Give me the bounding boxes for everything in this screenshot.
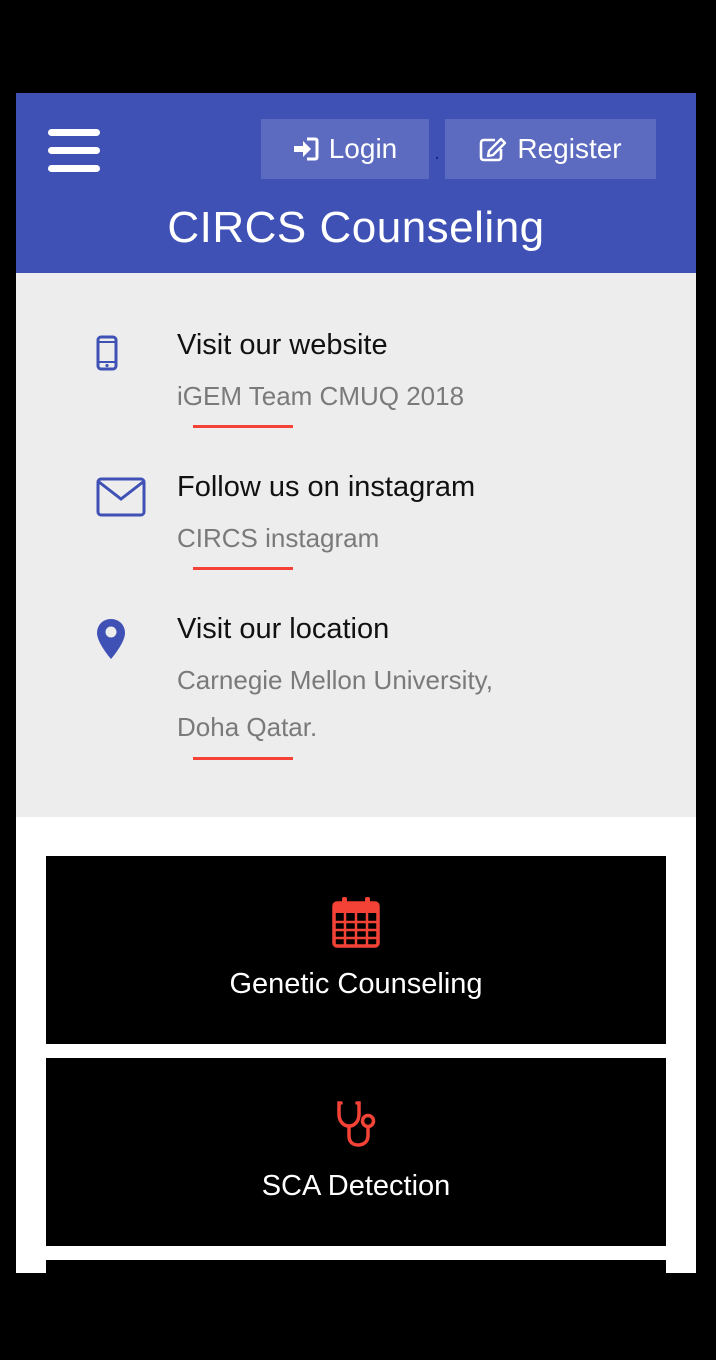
- website-link[interactable]: iGEM Team CMUQ 2018: [177, 373, 464, 420]
- contact-heading: Follow us on instagram: [177, 471, 476, 503]
- login-label: Login: [328, 133, 398, 164]
- page-title: CIRCS Counseling: [167, 203, 545, 252]
- contact-heading: Visit our website: [177, 329, 388, 361]
- map-marker-icon: [97, 619, 125, 659]
- divider: [193, 425, 293, 428]
- sign-in-icon: [293, 137, 319, 161]
- edit-icon: [480, 137, 507, 162]
- card-icon-wrap: [46, 1100, 666, 1148]
- register-label: Register: [517, 133, 622, 164]
- divider: [193, 567, 293, 570]
- contact-heading: Visit our location: [177, 613, 390, 645]
- app-screen: Login . Register CIRCS Counseling Visit …: [16, 93, 696, 1273]
- app-header: Login . Register CIRCS Counseling: [16, 93, 696, 273]
- contact-section: Visit our website iGEM Team CMUQ 2018 Fo…: [16, 273, 696, 817]
- card-label: SCA Detection: [261, 1170, 451, 1202]
- mobile-phone-icon: [96, 335, 118, 371]
- stethoscope-icon: [337, 1101, 376, 1147]
- register-button[interactable]: Register: [445, 119, 656, 179]
- envelope-icon: [96, 477, 146, 517]
- card-label: Genetic Counseling: [229, 968, 483, 1000]
- service-card[interactable]: [46, 1260, 666, 1273]
- hamburger-menu-icon[interactable]: [48, 129, 100, 173]
- calendar-icon: [332, 897, 380, 948]
- sca-detection-card[interactable]: SCA Detection: [46, 1058, 666, 1246]
- divider: [193, 757, 293, 760]
- instagram-link[interactable]: CIRCS instagram: [177, 515, 379, 562]
- card-icon-wrap: [46, 896, 666, 948]
- location-line: Doha Qatar.: [177, 712, 318, 742]
- button-separator: .: [434, 142, 440, 164]
- genetic-counseling-card[interactable]: Genetic Counseling: [46, 856, 666, 1044]
- location-line: Carnegie Mellon University,: [177, 665, 493, 695]
- login-button[interactable]: Login: [261, 119, 429, 179]
